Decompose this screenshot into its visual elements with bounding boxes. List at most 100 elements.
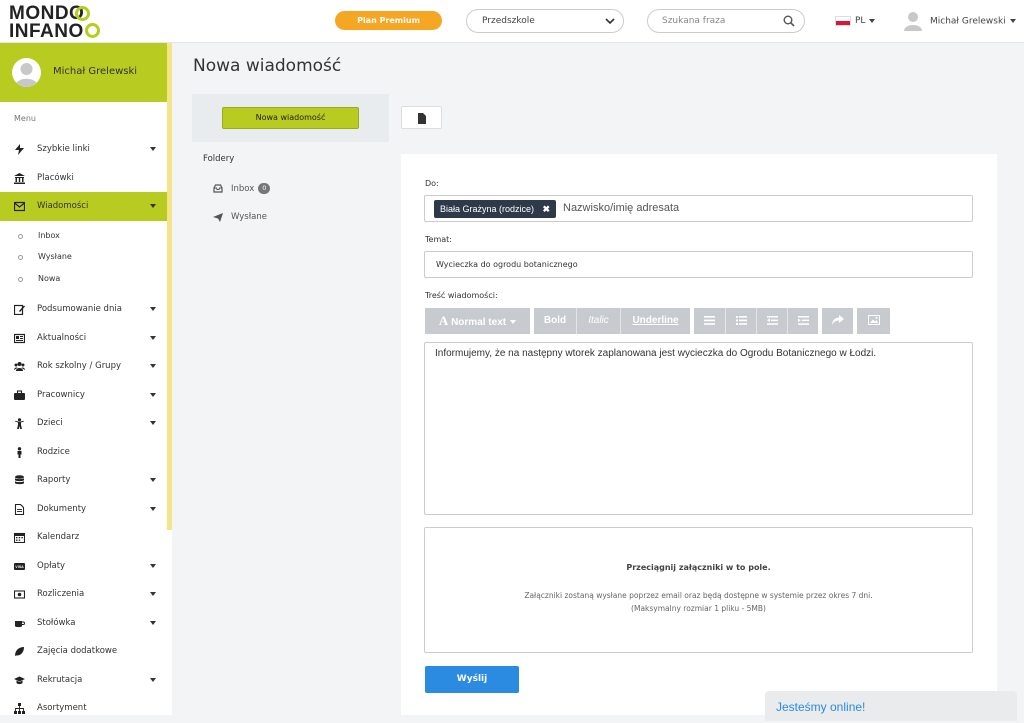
sidebar-item-szybkie-linki[interactable]: Szybkie linki — [0, 135, 172, 164]
sidebar-item-label: Dokumenty — [37, 503, 87, 514]
sidebar-item-kalendarz[interactable]: Kalendarz — [0, 523, 172, 552]
recipient-tag[interactable]: Biała Grażyna (rodzice) ✖ — [434, 200, 557, 218]
sidebar-item-pracownicy[interactable]: Pracownicy — [0, 381, 172, 410]
language-switcher[interactable]: PL — [835, 14, 876, 28]
indent-icon — [797, 315, 809, 325]
search-icon[interactable] — [783, 15, 795, 27]
live-chat-widget[interactable]: Jesteśmy online! — [765, 691, 1017, 721]
submenu-item[interactable]: Wysłane — [0, 246, 172, 268]
folders-title: Foldery — [203, 154, 235, 164]
submenu-item[interactable]: Inbox — [0, 225, 172, 247]
sidebar-item-asortyment[interactable]: Asortyment — [0, 694, 172, 723]
unordered-list-button[interactable] — [694, 308, 725, 334]
premium-upgrade-button[interactable]: Plan Premium UPGRADE — [335, 11, 442, 44]
message-body-text: Informujemy, że na następny wtorek zapla… — [435, 348, 877, 359]
dropzone-info: Załączniki zostaną wysłane poprzez email… — [524, 591, 873, 600]
new-message-button[interactable]: Nowa wiadomość — [222, 107, 359, 129]
logo[interactable]: MONDO INFANO — [9, 2, 100, 42]
sidebar-item-aktualności[interactable]: Aktualności — [0, 324, 172, 353]
italic-button[interactable]: Italic — [577, 308, 620, 334]
document-icon — [418, 113, 426, 124]
flag-pl-icon — [835, 15, 851, 26]
recipient-field[interactable]: Biała Grażyna (rodzice) ✖ Nazwisko/imię a… — [424, 195, 973, 222]
sidebar-item-placówki[interactable]: Placówki — [0, 164, 172, 193]
sidebar-item-label: Rok szkolny / Grupy — [37, 361, 121, 371]
sidebar-scrollbar[interactable] — [167, 43, 172, 530]
insert-link-button[interactable] — [822, 308, 853, 334]
search-placeholder: Szukana fraza — [662, 16, 726, 26]
profile-name: Michał Grelewski — [53, 66, 138, 77]
sidebar-item-wiadomości[interactable]: Wiadomości — [0, 192, 172, 221]
sidebar-item-label: Stołówka — [37, 617, 76, 628]
search-input[interactable]: Szukana fraza — [647, 9, 805, 33]
caret-down-icon — [150, 478, 156, 482]
avatar — [12, 58, 41, 87]
caret-down-icon — [510, 320, 517, 325]
send-button[interactable]: Wyślij — [425, 666, 519, 693]
ordered-list-button[interactable] — [726, 308, 756, 334]
sidebar-item-dzieci[interactable]: Dzieci — [0, 409, 172, 438]
subject-field[interactable]: Wycieczka do ogrodu botanicznego — [424, 251, 973, 278]
list-ul-icon — [704, 315, 715, 325]
sidebar-item-rodzice[interactable]: Rodzice — [0, 438, 172, 467]
sidebar-item-label: Asortyment — [37, 703, 87, 713]
submenu-item[interactable]: Nowa — [0, 268, 172, 290]
sidebar-item-rok-szkolny-grupy[interactable]: Rok szkolny / Grupy — [0, 352, 172, 381]
briefcase-icon — [14, 389, 25, 400]
sidebar-profile[interactable]: Michał Grelewski — [0, 43, 172, 102]
remove-recipient-icon[interactable]: ✖ — [543, 200, 551, 218]
underline-button[interactable]: Underline — [621, 308, 690, 334]
sidebar-item-label: Zajęcia dodatkowe — [37, 646, 118, 656]
bold-button[interactable]: Bold — [534, 308, 576, 334]
sidebar-menu: Szybkie linki Placówki Wiadomości Inbox Wysł… — [0, 135, 172, 723]
submenu-label: Nowa — [38, 273, 61, 283]
caret-down-icon — [150, 563, 156, 568]
sidebar-item-label: Opłaty — [37, 560, 66, 571]
user-avatar-icon — [904, 11, 922, 31]
sidebar-item-label: Szybkie linki — [37, 144, 90, 154]
institution-select-value: Przedszkole — [482, 16, 535, 26]
sidebar-item-label: Pracownicy — [37, 389, 85, 400]
folder-sent[interactable]: Wysłane — [213, 212, 267, 222]
sidebar-item-label: Kalendarz — [37, 532, 80, 542]
sidebar-item-rekrutacja[interactable]: Rekrutacja — [0, 666, 172, 695]
folder-inbox[interactable]: Inbox 0 — [213, 183, 271, 194]
submenu-label: Wysłane — [38, 252, 72, 261]
users-icon — [14, 362, 25, 371]
share-icon — [831, 315, 844, 326]
inbox-icon — [213, 184, 223, 193]
message-body-editor[interactable]: Informujemy, że na następny wtorek zapla… — [424, 342, 973, 515]
bullet-icon — [18, 276, 23, 282]
sidebar-item-podsumowanie-dnia[interactable]: Podsumowanie dnia — [0, 295, 172, 324]
caret-down-icon — [150, 147, 156, 151]
caret-down-icon — [869, 18, 876, 23]
insert-image-button[interactable] — [857, 308, 890, 334]
recipient-placeholder: Nazwisko/imię adresata — [563, 202, 680, 214]
attachment-dropzone[interactable]: Przeciągnij załączniki w to pole. Załącz… — [424, 527, 973, 653]
sidebar-item-label: Aktualności — [37, 332, 87, 343]
logo-ring-icon — [75, 6, 90, 21]
sidebar-item-raporty[interactable]: Raporty — [0, 466, 172, 495]
indent-button[interactable] — [788, 308, 818, 334]
message-toolbar — [389, 94, 1008, 142]
draft-button[interactable] — [401, 106, 442, 129]
text-style-dropdown[interactable]: A Normal text — [425, 308, 530, 334]
sidebar-item-label: Podsumowanie dnia — [37, 304, 122, 314]
graduation-icon — [14, 676, 25, 684]
sidebar-item-label: Dzieci — [37, 418, 63, 428]
sidebar-item-rozliczenia[interactable]: Rozliczenia — [0, 580, 172, 609]
sidebar-item-dokumenty[interactable]: Dokumenty — [0, 495, 172, 524]
institution-select[interactable]: Przedszkole — [466, 9, 624, 33]
sidebar-item-label: Raporty — [37, 475, 71, 485]
sidebar-item-opłaty[interactable]: VISA Opłaty — [0, 552, 172, 581]
person-icon — [17, 446, 22, 458]
money-icon — [14, 590, 25, 599]
sidebar-item-zajęcia-dodatkowe[interactable]: Zajęcia dodatkowe — [0, 637, 172, 666]
caret-down-icon — [150, 335, 156, 340]
outdent-icon — [766, 315, 778, 325]
sidebar-item-stołówka[interactable]: Stołówka — [0, 609, 172, 638]
outdent-button[interactable] — [757, 308, 787, 334]
user-menu[interactable]: Michał Grelewski — [904, 11, 1016, 32]
list-ol-icon — [735, 315, 747, 325]
bolt-icon — [15, 144, 24, 155]
